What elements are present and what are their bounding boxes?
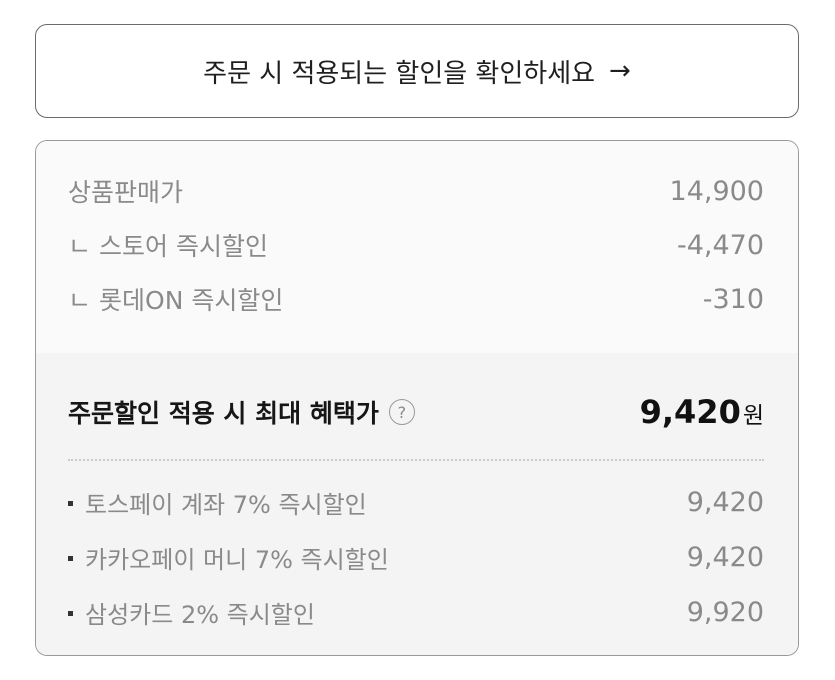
kakao-discount-value: 9,420	[686, 542, 764, 573]
bullet-icon	[68, 500, 73, 506]
list-item-samsung-discount: 삼성카드 2% 즉시할인 9,920	[68, 595, 764, 630]
help-icon[interactable]: ?	[388, 399, 415, 425]
toss-discount-label: 토스페이 계좌 7% 즉시할인	[85, 491, 367, 519]
sale-price-label: 상품판매가	[68, 178, 184, 207]
order-discount-check-label: 주문 시 적용되는 할인을 확인하세요	[203, 58, 596, 89]
max-benefit-section: 주문할인 적용 시 최대 혜택가 ? 9,420 원 토스페이 계좌 7% 즉시…	[36, 353, 798, 655]
max-benefit-label: 주문할인 적용 시 최대 혜택가	[68, 399, 379, 428]
sub-item-marker: ㄴ	[68, 286, 92, 315]
bullet-icon	[68, 555, 73, 561]
dotted-divider	[68, 459, 764, 461]
bullet-icon	[68, 610, 73, 616]
list-item-lotteon-discount: ㄴ 롯데ON 즉시할인 -310	[68, 281, 764, 317]
currency-unit: 원	[742, 403, 764, 429]
store-discount-value: -4,470	[676, 229, 764, 261]
price-breakdown: 상품판매가 14,900 ㄴ 스토어 즉시할인 -4,470 ㄴ 롯데ON 즉시할인…	[36, 141, 798, 353]
price-summary-card: 상품판매가 14,900 ㄴ 스토어 즉시할인 -4,470 ㄴ 롯데ON 즉시할인…	[35, 140, 799, 656]
sub-item-marker: ㄴ	[68, 232, 92, 261]
toss-discount-value: 9,420	[686, 487, 764, 518]
max-benefit-price: 9,420	[639, 393, 741, 431]
store-discount-label: 스토어 즉시할인	[99, 232, 268, 261]
order-discount-check-button[interactable]: 주문 시 적용되는 할인을 확인하세요 →	[35, 24, 799, 118]
list-item-kakao-discount: 카카오페이 머니 7% 즉시할인 9,420	[68, 540, 764, 575]
arrow-right-icon: →	[609, 56, 631, 86]
samsung-discount-value: 9,920	[686, 597, 764, 628]
list-item-sale-price: 상품판매가 14,900	[68, 173, 764, 209]
list-item-toss-discount: 토스페이 계좌 7% 즉시할인 9,420	[68, 485, 764, 520]
kakao-discount-label: 카카오페이 머니 7% 즉시할인	[85, 546, 389, 574]
sale-price-value: 14,900	[669, 175, 764, 207]
max-benefit-row: 주문할인 적용 시 최대 혜택가 ? 9,420 원	[68, 393, 764, 431]
lotteon-discount-label: 롯데ON 즉시할인	[99, 286, 284, 315]
list-item-store-discount: ㄴ 스토어 즉시할인 -4,470	[68, 227, 764, 263]
lotteon-discount-value: -310	[702, 283, 764, 315]
samsung-discount-label: 삼성카드 2% 즉시할인	[85, 601, 315, 629]
